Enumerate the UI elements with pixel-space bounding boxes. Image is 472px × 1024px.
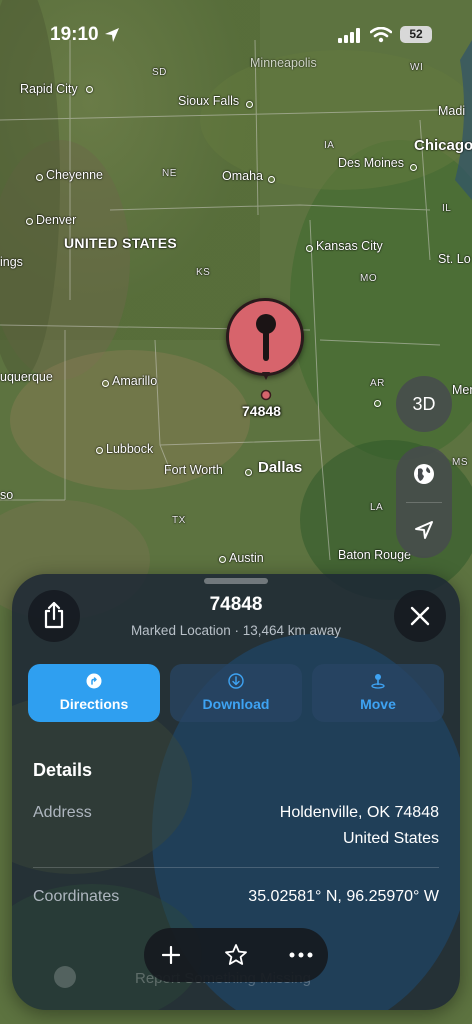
map-label-state-ia: IA [324, 140, 335, 151]
location-subtitle: Marked Location · 13,464 km away [130, 623, 342, 638]
map-label-chicago[interactable]: Chicago [414, 137, 472, 154]
location-arrow-icon [415, 521, 433, 539]
coordinates-value[interactable]: 35.02581° N, 96.25970° W [248, 888, 439, 906]
directions-label: Directions [59, 696, 129, 712]
more-button[interactable] [274, 928, 328, 982]
3d-button[interactable]: 3D [396, 376, 452, 432]
map-label-state-ms: MS [452, 457, 468, 468]
report-icon [54, 966, 76, 988]
map-label-amarillo[interactable]: Amarillo [112, 374, 157, 388]
city-dot [245, 469, 252, 476]
directions-icon [86, 673, 102, 689]
city-dot [268, 176, 275, 183]
city-dot [86, 86, 93, 93]
map-label-dallas[interactable]: Dallas [258, 459, 302, 476]
status-bar: 19:10 52 [0, 0, 472, 56]
location-pin[interactable] [226, 298, 304, 376]
location-arrow-icon [105, 28, 119, 42]
track-location-button[interactable] [396, 502, 452, 558]
map-label-state-ne: NE [162, 168, 177, 179]
map-label-kansas-city[interactable]: Kansas City [316, 239, 383, 253]
map-label-minneapolis[interactable]: Minneapolis [250, 56, 317, 70]
address-line1[interactable]: Holdenville, OK 74848 [280, 804, 439, 822]
battery-indicator: 52 [400, 26, 432, 43]
map-label-state-la: LA [370, 502, 384, 513]
map-label-memphis[interactable]: Mem [452, 383, 472, 397]
map-label-st-louis[interactable]: St. Lo [438, 252, 471, 266]
map-label-denver[interactable]: Denver [36, 213, 76, 227]
map-label-el-paso[interactable]: so [0, 488, 13, 502]
directions-button[interactable]: Directions [28, 664, 160, 722]
details-heading: Details [33, 760, 93, 780]
plus-icon [162, 946, 180, 964]
map-label-rapid-city[interactable]: Rapid City [20, 82, 78, 96]
pin-tail [260, 372, 272, 401]
pin-label[interactable]: 74848 [242, 403, 281, 419]
location-title: 74848 [209, 594, 263, 615]
map-label-lubbock[interactable]: Lubbock [106, 442, 153, 456]
map-label-omaha[interactable]: Omaha [222, 169, 263, 183]
wifi-icon [370, 27, 392, 43]
map-controls [396, 446, 452, 558]
map-label-state-ks: KS [196, 267, 211, 278]
city-dot [102, 380, 109, 387]
status-time: 19:10 [50, 24, 99, 45]
map-label-des-moines[interactable]: Des Moines [338, 156, 404, 170]
map-label-colorado-springs[interactable]: ings [0, 255, 23, 269]
address-label: Address [33, 804, 92, 821]
sheet-grabber[interactable] [204, 578, 268, 584]
download-icon [228, 673, 244, 689]
details-divider [33, 867, 439, 868]
map-label-state-mo: MO [360, 273, 378, 284]
map-label-albuquerque[interactable]: uquerque [0, 370, 53, 384]
star-icon [225, 944, 247, 965]
map-label-cheyenne[interactable]: Cheyenne [46, 168, 103, 182]
pushpin-icon [256, 314, 276, 361]
more-icon [289, 952, 313, 958]
map-label-sioux-falls[interactable]: Sioux Falls [178, 94, 239, 108]
move-pin-icon [371, 674, 385, 689]
map-label-fort-worth[interactable]: Fort Worth [164, 463, 223, 477]
city-dot [219, 556, 226, 563]
city-dot [374, 400, 381, 407]
map-label-state-tx: TX [172, 515, 186, 526]
city-dot [306, 245, 313, 252]
map-label-state-wi: WI [410, 62, 424, 73]
address-line2[interactable]: United States [343, 830, 439, 848]
map-label-state-il: IL [442, 203, 452, 214]
move-button[interactable]: Move [312, 664, 444, 722]
map-label-austin[interactable]: Austin [229, 551, 264, 565]
city-dot [26, 218, 33, 225]
city-dot [36, 174, 43, 181]
close-icon [410, 606, 430, 626]
coordinates-label: Coordinates [33, 888, 120, 905]
map-label-state-ar: AR [370, 378, 385, 389]
city-dot [246, 101, 253, 108]
close-button[interactable] [394, 590, 446, 642]
download-label: Download [202, 696, 270, 712]
map-label-madison[interactable]: Madi [438, 104, 465, 118]
favorite-button[interactable] [209, 928, 263, 982]
add-button[interactable] [144, 928, 198, 982]
city-dot [96, 447, 103, 454]
city-dot [410, 164, 417, 171]
map-mode-button[interactable] [396, 446, 452, 502]
signal-icon [338, 28, 360, 43]
floating-toolbar [144, 928, 328, 982]
globe-icon [414, 464, 434, 484]
map-label-state-sd: SD [152, 67, 167, 78]
download-button[interactable]: Download [170, 664, 302, 722]
move-label: Move [360, 696, 396, 712]
map-label-united-states: UNITED STATES [64, 235, 178, 251]
